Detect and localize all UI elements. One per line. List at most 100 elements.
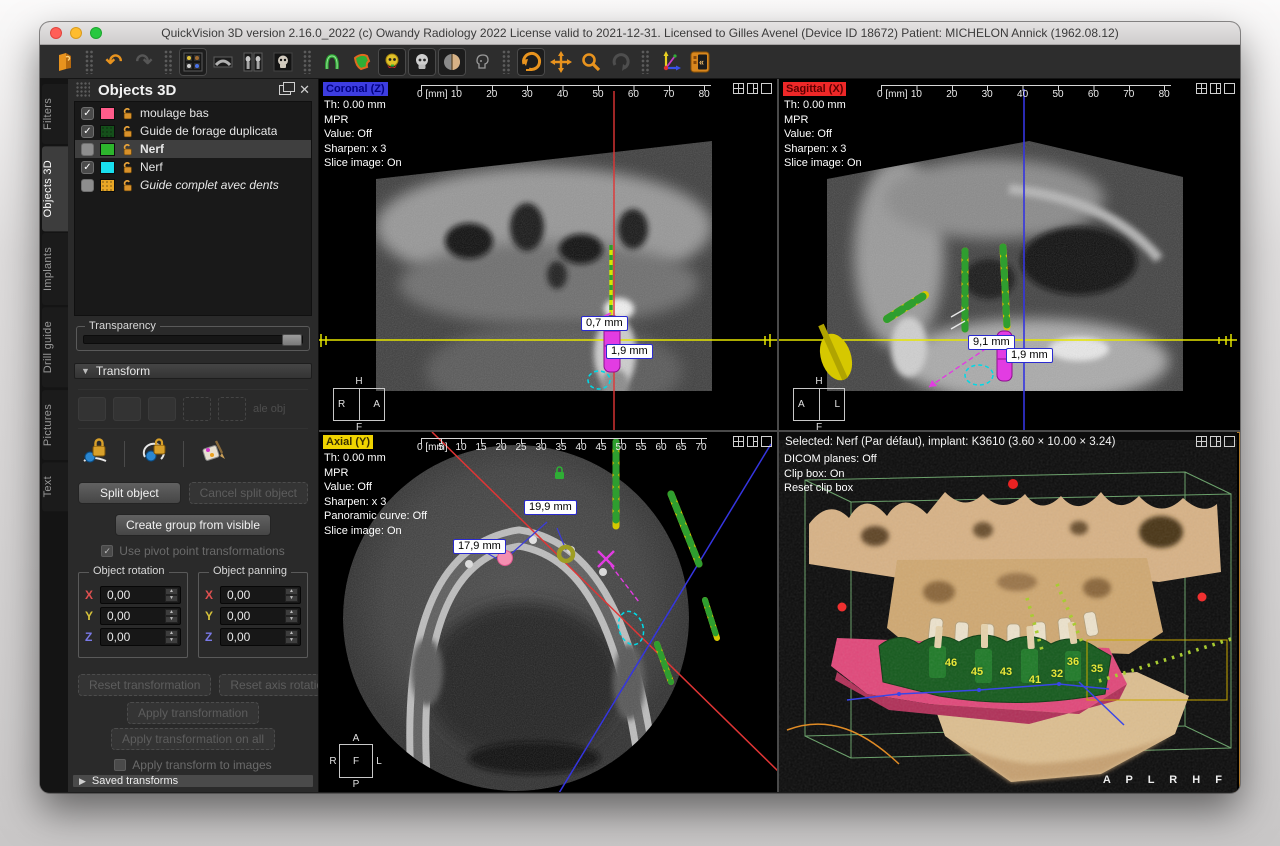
visibility-checkbox[interactable]: ✓ [81, 161, 94, 174]
half-volume-icon[interactable] [438, 48, 466, 76]
axis-value-input[interactable]: 0,00▲▼ [220, 586, 301, 604]
float-panel-icon[interactable] [279, 85, 291, 95]
sidebar-tab-drill-guide[interactable]: Drill guide [42, 307, 68, 387]
skull-bone-icon[interactable] [408, 48, 436, 76]
sidebar-tab-pictures[interactable]: Pictures [42, 390, 68, 460]
lock-icon[interactable] [121, 107, 134, 120]
sidebar-tab-filters[interactable]: Filters [42, 84, 68, 144]
window-controls [50, 22, 102, 44]
split-object-button[interactable]: Split object [78, 482, 181, 504]
object-row[interactable]: ✓Guide de forage duplicata [75, 122, 311, 140]
jaw-surface-icon[interactable] [348, 48, 376, 76]
single-layout-icon[interactable] [761, 436, 772, 447]
single-layout-icon[interactable] [1224, 83, 1235, 94]
stepper-buttons[interactable]: ▲▼ [285, 630, 298, 644]
viewport-coronal[interactable]: Coronal (Z) Th: 0.00 mmMPRValue: OffShar… [319, 79, 777, 430]
axis-value-input[interactable]: 0,00▲▼ [100, 628, 181, 646]
measurement-label[interactable]: 1,9 mm [606, 344, 653, 359]
layout-panoramic-icon[interactable] [209, 48, 237, 76]
color-swatch[interactable] [100, 107, 115, 120]
sidebar-tab-text[interactable]: Text [42, 462, 68, 511]
stepper-buttons[interactable]: ▲▼ [165, 609, 178, 623]
pan-view-icon[interactable] [547, 48, 575, 76]
color-swatch[interactable] [100, 161, 115, 174]
split-layout-icon[interactable] [747, 83, 758, 94]
dental-arch-icon[interactable] [318, 48, 346, 76]
lock-icon[interactable] [121, 143, 134, 156]
layout-ceph-icon[interactable] [239, 48, 267, 76]
skull-color-icon[interactable] [378, 48, 406, 76]
measurement-label[interactable]: 17,9 mm [453, 539, 506, 554]
lock-icon[interactable] [121, 179, 134, 192]
lock-icon[interactable] [121, 161, 134, 174]
visibility-checkbox[interactable] [81, 179, 94, 192]
grid-layout-icon[interactable] [1196, 83, 1207, 94]
paint-object-icon[interactable] [198, 437, 228, 470]
create-group-button[interactable]: Create group from visible [115, 514, 271, 536]
reset-axis-rotation-button: Reset axis rotation [219, 674, 319, 696]
viewport-sagittal[interactable]: Sagittal (X) Th: 0.00 mmMPRValue: OffSha… [779, 79, 1240, 430]
layout-mpr-icon[interactable] [179, 48, 207, 76]
layout-skull-icon[interactable] [269, 48, 297, 76]
color-swatch[interactable] [100, 179, 115, 192]
lock-icon[interactable] [121, 125, 134, 138]
transform-section-header[interactable]: ▼ Transform [74, 363, 312, 379]
axis-value-input[interactable]: 0,00▲▼ [220, 607, 301, 625]
stepper-buttons[interactable]: ▲▼ [285, 588, 298, 602]
collapse-panel-icon[interactable]: « [686, 48, 714, 76]
object-row[interactable]: Nerf [75, 140, 311, 158]
visibility-checkbox[interactable]: ✓ [81, 107, 94, 120]
sidebar-tab-objects-3d[interactable]: Objects 3D [42, 146, 68, 231]
measurement-label[interactable]: 19,9 mm [524, 500, 577, 515]
stepper-buttons[interactable]: ▲▼ [165, 630, 178, 644]
panel-grip[interactable] [76, 82, 90, 98]
zoom-window-button[interactable] [90, 27, 102, 39]
transparency-slider-handle[interactable] [282, 334, 302, 346]
close-window-button[interactable] [50, 27, 62, 39]
transparency-slider[interactable] [83, 335, 303, 344]
single-layout-icon[interactable] [1224, 436, 1235, 447]
viewport-axial[interactable]: Axial (Y) Th: 0.00 mmMPRValue: OffSharpe… [319, 432, 777, 792]
close-panel-icon[interactable]: ✕ [299, 84, 310, 96]
lock-position-icon[interactable] [80, 437, 110, 470]
grid-layout-icon[interactable] [733, 436, 744, 447]
split-layout-icon[interactable] [1210, 83, 1221, 94]
viewport-layout-icons[interactable] [1196, 436, 1235, 447]
object-row[interactable]: ✓Nerf [75, 158, 311, 176]
stepper-buttons[interactable]: ▲▼ [165, 588, 178, 602]
split-layout-icon[interactable] [747, 436, 758, 447]
viewport-layout-icons[interactable] [733, 436, 772, 447]
grid-layout-icon[interactable] [1196, 436, 1207, 447]
visibility-checkbox[interactable]: ✓ [81, 125, 94, 138]
viewport-layout-icons[interactable] [733, 83, 772, 94]
split-layout-icon[interactable] [1210, 436, 1221, 447]
visibility-checkbox[interactable] [81, 143, 94, 156]
rotate-view-icon[interactable] [517, 48, 545, 76]
object-row[interactable]: Guide complet avec dents [75, 176, 311, 194]
color-swatch[interactable] [100, 143, 115, 156]
minimize-window-button[interactable] [70, 27, 82, 39]
viewport-tag-axial[interactable]: Axial (Y) [323, 435, 373, 449]
measurement-label[interactable]: 1,9 mm [1006, 348, 1053, 363]
measurement-label[interactable]: 0,7 mm [581, 316, 628, 331]
sidebar-tab-implants[interactable]: Implants [42, 233, 68, 305]
undo-icon[interactable]: ↶ [100, 48, 128, 76]
color-swatch[interactable] [100, 125, 115, 138]
zoom-view-icon[interactable] [577, 48, 605, 76]
single-layout-icon[interactable] [761, 83, 772, 94]
viewport-tag-sagittal[interactable]: Sagittal (X) [783, 82, 846, 96]
axes-widget-icon[interactable] [656, 48, 684, 76]
object-row[interactable]: ✓moulage bas [75, 104, 311, 122]
lock-rotation-icon[interactable] [139, 437, 169, 470]
viewport-layout-icons[interactable] [1196, 83, 1235, 94]
axis-value-input[interactable]: 0,00▲▼ [100, 607, 181, 625]
grid-layout-icon[interactable] [733, 83, 744, 94]
open-case-icon[interactable] [51, 48, 79, 76]
viewport-tag-coronal[interactable]: Coronal (Z) [323, 82, 388, 96]
viewport-3d[interactable]: Selected: Nerf (Par défaut), implant: K3… [779, 432, 1240, 792]
saved-transforms-header[interactable]: ▶ Saved transforms [72, 774, 314, 788]
skull-wireframe-icon[interactable] [468, 48, 496, 76]
stepper-buttons[interactable]: ▲▼ [285, 609, 298, 623]
axis-value-input[interactable]: 0,00▲▼ [100, 586, 181, 604]
axis-value-input[interactable]: 0,00▲▼ [220, 628, 301, 646]
